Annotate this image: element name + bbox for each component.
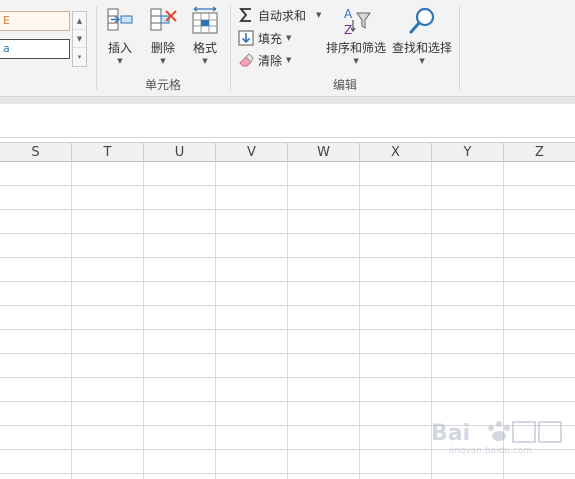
- row-gridline: [0, 401, 575, 402]
- find-select-dropdown-icon[interactable]: ▼: [419, 57, 424, 65]
- delete-cells-icon: [148, 5, 178, 37]
- svg-text:jingyan.baidu.com: jingyan.baidu.com: [448, 446, 532, 454]
- delete-label: 删除: [150, 41, 175, 55]
- format-cells-icon: [190, 5, 220, 37]
- autosum-label: 自动求和: [258, 8, 307, 23]
- row-gridline: [0, 233, 575, 234]
- sort-filter-label: 排序和筛选: [326, 41, 387, 55]
- column-header-s[interactable]: S: [0, 143, 72, 162]
- column-header-t[interactable]: T: [72, 143, 144, 162]
- sort-filter-button[interactable]: A Z 排序和筛选 ▼: [326, 5, 386, 65]
- autosum-dropdown-icon[interactable]: ▼: [316, 11, 321, 19]
- sort-filter-dropdown-icon[interactable]: ▼: [353, 57, 358, 65]
- svg-text:Bai: Bai: [431, 421, 470, 446]
- svg-text:A: A: [344, 7, 353, 21]
- find-select-label: 查找和选择: [392, 41, 453, 55]
- row-gridline: [0, 329, 575, 330]
- delete-dropdown-icon[interactable]: ▼: [160, 57, 165, 65]
- group-separator: [96, 6, 97, 90]
- sort-filter-icon: A Z: [341, 5, 371, 37]
- column-header-w[interactable]: W: [288, 143, 360, 162]
- clear-label: 清除: [258, 53, 283, 68]
- cells-group-label: 单元格: [145, 78, 182, 92]
- row-gridline: [0, 257, 575, 258]
- insert-button[interactable]: 插入 ▼: [105, 5, 135, 65]
- formula-bar[interactable]: [0, 104, 575, 138]
- editing-group-label: 编辑: [333, 78, 358, 92]
- column-header-row: STUVWXYZ: [0, 142, 575, 162]
- ribbon: E a ▲ ▼ ▾ 插入 ▼ 删除 ▼ 格式 ▼ 单元格 自动求和 ▼ 填充 ▼…: [0, 0, 575, 96]
- magnifier-icon: [407, 5, 437, 37]
- autosum-button[interactable]: 自动求和 ▼: [238, 5, 321, 25]
- watermark-logo: Bai jingyan.baidu.com: [429, 414, 569, 474]
- cell-style-swatch-1-label: E: [3, 14, 10, 27]
- fill-down-icon: [238, 30, 254, 46]
- fill-dropdown-icon[interactable]: ▼: [286, 34, 291, 42]
- column-header-v[interactable]: V: [216, 143, 288, 162]
- gallery-more-icon[interactable]: ▾: [73, 48, 86, 66]
- row-gridline: [0, 353, 575, 354]
- format-label: 格式: [192, 41, 217, 55]
- sigma-icon: [238, 7, 254, 23]
- insert-cells-icon: [105, 5, 135, 37]
- gallery-up-icon[interactable]: ▲: [73, 12, 86, 30]
- row-gridline: [0, 185, 575, 186]
- eraser-icon: [238, 52, 254, 68]
- delete-button[interactable]: 删除 ▼: [148, 5, 178, 65]
- fill-button[interactable]: 填充 ▼: [238, 28, 291, 48]
- format-dropdown-icon[interactable]: ▼: [202, 57, 207, 65]
- column-header-u[interactable]: U: [144, 143, 216, 162]
- format-button[interactable]: 格式 ▼: [190, 5, 220, 65]
- cell-style-swatch-2[interactable]: a: [0, 39, 70, 59]
- group-separator: [459, 6, 460, 90]
- ribbon-bottom-border: [0, 96, 575, 104]
- cell-style-swatch-1[interactable]: E: [0, 11, 70, 31]
- row-gridline: [0, 209, 575, 210]
- insert-label: 插入: [107, 41, 132, 55]
- clear-dropdown-icon[interactable]: ▼: [286, 56, 291, 64]
- column-header-x[interactable]: X: [360, 143, 432, 162]
- find-select-button[interactable]: 查找和选择 ▼: [392, 5, 452, 65]
- row-gridline: [0, 377, 575, 378]
- styles-gallery-scroll[interactable]: ▲ ▼ ▾: [72, 11, 87, 67]
- column-header-z[interactable]: Z: [504, 143, 575, 162]
- svg-text:Z: Z: [344, 23, 352, 37]
- group-separator: [230, 6, 231, 90]
- gallery-down-icon[interactable]: ▼: [73, 30, 86, 48]
- row-gridline: [0, 305, 575, 306]
- column-header-y[interactable]: Y: [432, 143, 504, 162]
- insert-dropdown-icon[interactable]: ▼: [117, 57, 122, 65]
- cell-style-swatch-2-label: a: [3, 42, 10, 55]
- clear-button[interactable]: 清除 ▼: [238, 50, 291, 70]
- row-gridline: [0, 281, 575, 282]
- fill-label: 填充: [258, 31, 283, 46]
